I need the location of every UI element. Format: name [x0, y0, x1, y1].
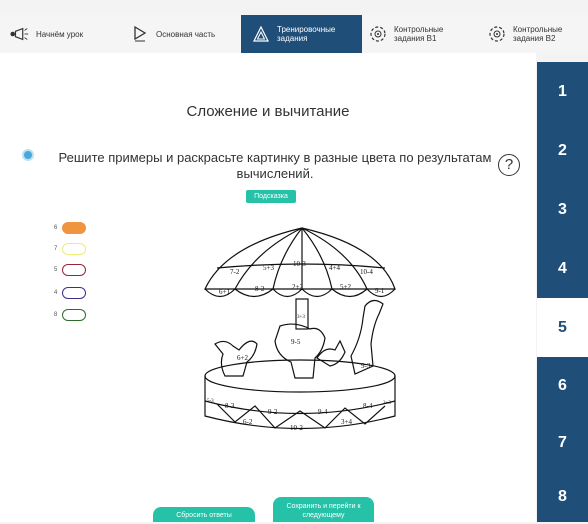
nav-label: Тренировочные задания — [277, 25, 336, 43]
canopy-outline — [204, 227, 396, 290]
picture-label: 5+2 — [340, 283, 351, 291]
canopy-line — [234, 227, 303, 290]
picture-label: 9-4 — [318, 408, 328, 416]
picture-label: 3+4 — [341, 418, 352, 426]
target-icon — [368, 24, 388, 44]
lesson-nav: Начнём урок Основная часть Тренировочные… — [0, 15, 588, 53]
palette-item[interactable]: 8 — [54, 308, 87, 322]
hint-button[interactable]: Подсказка — [246, 190, 296, 203]
picture-label: 9-3 — [361, 362, 371, 370]
task-tab-4[interactable]: 4 — [537, 239, 588, 298]
canopy-line — [301, 227, 333, 290]
picture-label: 8-3 — [225, 402, 235, 410]
crocodile-shape — [214, 340, 258, 377]
nav-label: Контрольные задания В2 — [513, 25, 563, 43]
picture-label: 4+4 — [329, 264, 340, 272]
picture-label: 5-3 — [207, 399, 214, 404]
palette-value: 6 — [54, 225, 58, 231]
task-tab-8[interactable]: 8 — [537, 472, 588, 522]
picture-label: 5+3 — [263, 264, 274, 272]
nav-training-tasks[interactable]: Тренировочные задания — [241, 15, 362, 53]
nav-label: Основная часть — [156, 29, 216, 39]
picture-label: 8-2 — [255, 285, 265, 293]
rabbit-shape — [316, 339, 346, 367]
task-tab-6[interactable]: 6 — [537, 357, 588, 414]
task-tab-3[interactable]: 3 — [537, 180, 588, 239]
picture-label: 9-1 — [375, 287, 385, 295]
color-swatch[interactable] — [62, 243, 87, 255]
picture-label: 6+2 — [237, 354, 248, 362]
picture-label: 2+2 — [292, 283, 303, 291]
picture-label: 10-2 — [290, 424, 303, 432]
picture-label: 6-2 — [243, 418, 253, 426]
reset-button[interactable]: Сбросить ответы — [153, 507, 255, 522]
nav-start-lesson[interactable]: Начнём урок — [10, 15, 83, 53]
picture-label: 10-3 — [293, 260, 306, 268]
palette-item[interactable]: 4 — [54, 286, 87, 300]
triangle-icon — [251, 24, 271, 44]
megaphone-icon — [10, 24, 30, 44]
nav-label: Контрольные задания В1 — [394, 25, 444, 43]
picture-label: 10-4 — [360, 268, 373, 276]
nav-label: Начнём урок — [36, 29, 84, 39]
picture-label: 9-2 — [268, 408, 278, 416]
task-tab-5[interactable]: 5 — [537, 298, 588, 357]
palette-item[interactable]: 6 — [54, 221, 87, 235]
page-title: Сложение и вычитание — [186, 103, 350, 120]
color-swatch[interactable] — [62, 287, 87, 299]
color-swatch[interactable] — [62, 222, 87, 234]
color-swatch[interactable] — [62, 264, 87, 276]
color-swatch[interactable] — [62, 309, 87, 321]
palette-item[interactable]: 7 — [54, 242, 87, 256]
task-tab-1[interactable]: 1 — [537, 62, 588, 121]
picture-label: 7-2 — [230, 268, 240, 276]
coloring-picture[interactable]: 7-2 5+3 10-3 4+4 10-4 6+1 8-2 2+2 5+2 9-… — [195, 226, 405, 436]
nav-control-b1[interactable]: Контрольные задания В1 — [368, 15, 449, 53]
task-bullet-icon — [22, 149, 34, 161]
elephant-shape — [274, 323, 326, 379]
picture-label: 3+3 — [297, 315, 305, 320]
help-icon[interactable]: ? — [498, 154, 520, 176]
picture-label: 8-4 — [363, 402, 373, 410]
palette-value: 8 — [54, 312, 58, 318]
target-icon — [487, 24, 507, 44]
nav-control-b2[interactable]: Контрольные задания В2 — [487, 15, 568, 53]
palette-value: 5 — [54, 267, 58, 273]
play-icon — [130, 24, 150, 44]
task-tab-7[interactable]: 7 — [537, 414, 588, 472]
palette-item[interactable]: 5 — [54, 263, 87, 277]
nav-main-part[interactable]: Основная часть — [130, 15, 215, 53]
palette-value: 7 — [54, 246, 58, 252]
palette-value: 4 — [54, 290, 58, 296]
task-text: Решите примеры и раскрасьте картинку в р… — [58, 150, 492, 181]
picture-label: 9-5 — [291, 338, 301, 346]
save-next-button[interactable]: Сохранить и перейти к следующему — [273, 497, 374, 522]
task-tab-2[interactable]: 2 — [537, 121, 588, 180]
canopy-line — [272, 227, 303, 290]
picture-label: 6+1 — [219, 288, 230, 296]
picture-label: 2+3 — [383, 401, 391, 406]
